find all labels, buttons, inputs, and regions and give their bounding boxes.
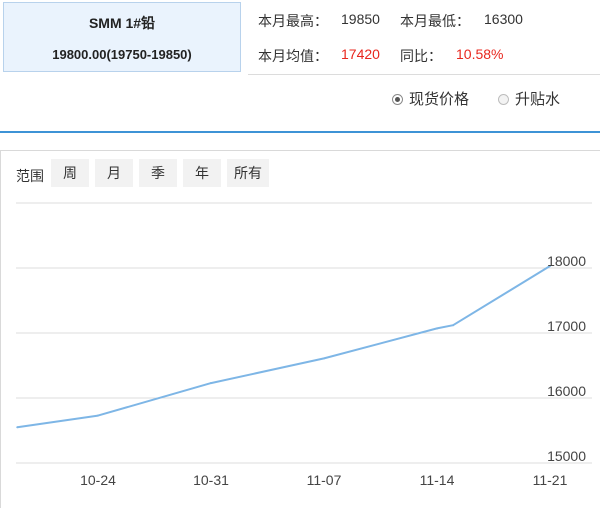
data-point[interactable] (452, 324, 455, 327)
data-point[interactable] (436, 327, 438, 330)
y-tick-label: 18000 (547, 253, 586, 269)
data-point[interactable] (210, 382, 212, 385)
x-tick-label: 11-07 (307, 472, 342, 488)
price-line-chart: 15000 16000 17000 18000 10-24 10-31 11-07 11-14… (16, 202, 592, 488)
data-point[interactable] (97, 414, 99, 417)
y-tick-label: 15000 (547, 448, 586, 464)
x-tick-label: 10-24 (80, 472, 116, 488)
y-tick-label: 17000 (547, 318, 586, 334)
x-tick-label: 11-14 (420, 472, 455, 488)
x-tick-label: 11-21 (533, 472, 568, 488)
data-point[interactable] (16, 426, 19, 429)
x-tick-label: 10-31 (193, 472, 229, 488)
series-line (17, 265, 551, 429)
data-point[interactable] (323, 357, 325, 360)
y-tick-label: 16000 (547, 383, 586, 399)
